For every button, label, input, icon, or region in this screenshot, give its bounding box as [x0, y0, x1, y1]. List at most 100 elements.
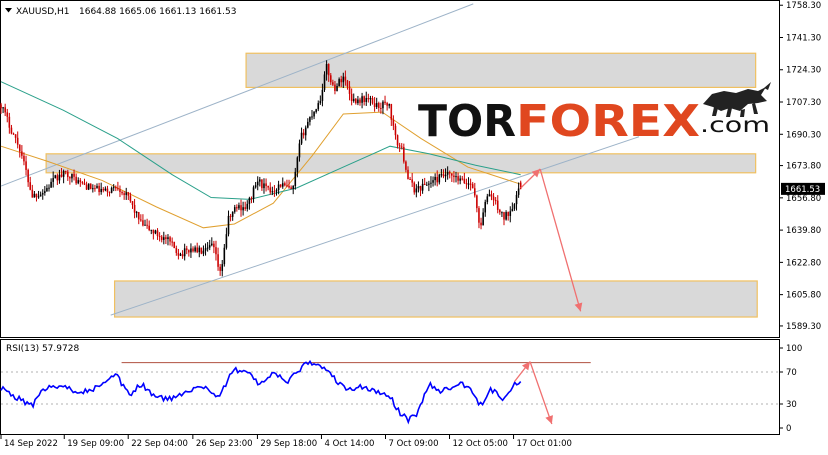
candle-body: [494, 200, 497, 202]
candle-body: [29, 182, 32, 190]
candle-body: [215, 247, 217, 255]
candle-body: [473, 188, 476, 196]
candle-body: [357, 99, 359, 104]
candle-body: [388, 104, 391, 106]
candle-body: [81, 182, 84, 184]
rsi-title: RSI(13) 57.9728: [6, 344, 79, 354]
candle-body: [434, 176, 436, 181]
candle-body: [284, 183, 286, 186]
candle-body: [221, 264, 224, 271]
candle-body: [173, 241, 176, 249]
candle-body: [271, 191, 274, 193]
candle-body: [492, 196, 495, 201]
candle-body: [390, 104, 393, 120]
candle-body: [146, 224, 148, 226]
candle-body: [10, 127, 13, 134]
candle-body: [382, 101, 384, 109]
candle-body: [229, 215, 232, 217]
candle-body: [442, 174, 445, 177]
candle-body: [183, 248, 186, 257]
time-tick-label: 29 Sep 18:00: [260, 439, 317, 449]
candle-body: [455, 176, 457, 178]
candle-body: [421, 183, 424, 191]
candle-body: [259, 179, 261, 182]
candle-body: [94, 188, 96, 190]
chart-header: XAUUSD,H1 1664.88 1665.06 1661.13 1661.5…: [5, 7, 236, 17]
candle-body: [194, 247, 196, 252]
candle-body: [121, 192, 123, 194]
candle-body: [62, 170, 65, 177]
candle-body: [484, 201, 487, 213]
candle-body: [423, 183, 426, 185]
candle-body: [225, 234, 228, 248]
candle-body: [342, 76, 345, 83]
candle-body: [135, 212, 138, 214]
candle-body: [254, 185, 257, 188]
candle-body: [177, 252, 180, 256]
candle-body: [6, 112, 9, 117]
price-tick-label: 1707.30: [786, 98, 821, 108]
candle-body: [213, 243, 215, 248]
price-tick-label: 1724.30: [786, 66, 821, 76]
price-tick-label: 1656.80: [786, 194, 821, 204]
candle-body: [87, 183, 90, 190]
candle-body: [108, 191, 111, 193]
candle-body: [33, 193, 36, 198]
candle-body: [480, 222, 482, 226]
candle-body: [202, 250, 205, 254]
candle-body: [348, 86, 351, 94]
candle-body: [188, 250, 190, 253]
logo-text-com: .com: [700, 113, 770, 137]
candle-body: [158, 235, 161, 237]
candle-body: [106, 188, 109, 192]
candle-body: [517, 188, 520, 195]
candle-body: [233, 207, 236, 212]
candle-body: [350, 93, 353, 102]
symbol-label: XAUUSD,H1: [16, 7, 70, 17]
candle-body: [501, 212, 503, 214]
candle-body: [405, 161, 407, 170]
candle-body: [240, 205, 242, 211]
candle-body: [273, 191, 276, 193]
candle-body: [511, 208, 514, 212]
candle-body: [398, 145, 401, 147]
candle-body: [292, 185, 295, 190]
candle-body: [236, 207, 238, 209]
candle-body: [2, 107, 4, 109]
candle-body: [471, 184, 474, 189]
candle-body: [71, 173, 73, 179]
candle-body: [400, 146, 403, 148]
candle-body: [453, 175, 455, 177]
candle-body: [16, 137, 19, 145]
price-tick-label: 1690.30: [786, 130, 821, 140]
candle-body: [425, 184, 428, 186]
candle-body: [298, 143, 301, 158]
candle-body: [150, 229, 153, 231]
candle-body: [175, 248, 178, 253]
candle-body: [208, 245, 211, 248]
candle-body: [327, 64, 330, 76]
candle-body: [64, 170, 67, 172]
time-tick-label: 14 Sep 2022: [4, 439, 58, 449]
price-tick-label: 1605.80: [786, 291, 821, 301]
candle-body: [507, 212, 509, 216]
rsi-tick-label: 70: [786, 368, 797, 378]
candle-body: [436, 176, 439, 183]
candle-body: [165, 237, 167, 240]
candle-body: [476, 195, 478, 209]
candle-body: [217, 254, 219, 267]
candle-body: [315, 109, 317, 112]
price-tick-label: 1741.30: [786, 33, 821, 43]
rsi-tick-label: 100: [786, 344, 802, 354]
candle-body: [317, 103, 320, 110]
candle-body: [60, 174, 63, 177]
candle-body: [467, 183, 470, 185]
candle-body: [219, 266, 221, 271]
candle-body: [415, 188, 418, 193]
logo-text-tor: TOR: [418, 96, 516, 147]
candle-body: [83, 183, 86, 185]
time-tick-label: 19 Sep 09:00: [67, 439, 124, 449]
candle-body: [85, 184, 88, 190]
candle-body: [131, 201, 134, 205]
candle-body: [18, 144, 21, 152]
